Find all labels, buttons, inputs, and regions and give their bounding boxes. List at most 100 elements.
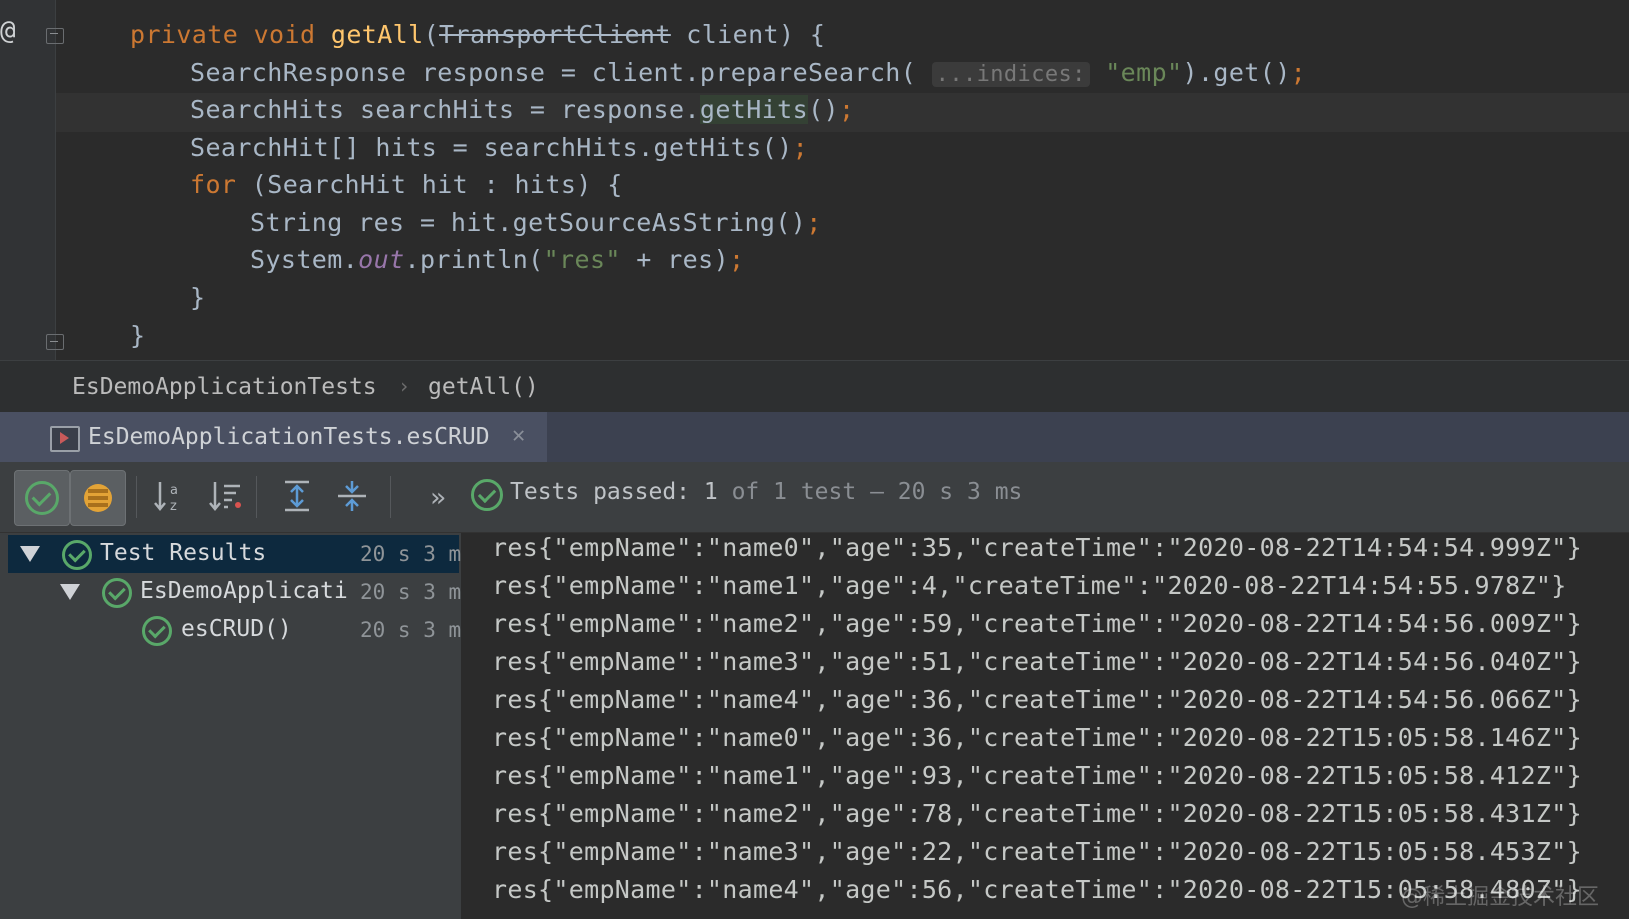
keyword: for [190, 170, 237, 199]
code-line-2: SearchResponse response = client.prepare… [190, 58, 1306, 87]
sort-by-duration-icon[interactable] [205, 478, 245, 518]
test-results-tree[interactable]: Test Results 20 s 3 ms EsDemoApplicati 2… [0, 533, 474, 919]
code-line-5: for (SearchHit hit : hits) { [190, 170, 623, 199]
code-text: ( [423, 20, 440, 49]
tree-item-time: 20 s 3 ms [360, 580, 474, 604]
check-circle-icon [142, 616, 172, 646]
breadcrumb-class[interactable]: EsDemoApplicationTests [72, 374, 377, 400]
code-text: SearchResponse response = client.prepare… [190, 58, 932, 87]
tree-item-test-method[interactable]: esCRUD() 20 s 3 ms [8, 611, 474, 649]
console-output[interactable]: res{"empName":"name0","age":35,"createTi… [462, 533, 1629, 919]
code-text: (SearchHit hit : hits) { [236, 170, 623, 199]
run-tab-bar: EsDemoApplicationTests.esCRUD ✕ [0, 412, 1629, 462]
gutter-divider [55, 0, 56, 360]
watermark: @稀土掘金技术社区 [1400, 885, 1599, 910]
tree-item-time: 20 s 3 ms [360, 542, 474, 566]
code-line-4: SearchHit[] hits = searchHits.getHits(); [190, 133, 808, 162]
status-dash: – [856, 479, 898, 505]
check-circle-icon [102, 578, 132, 608]
tree-item-label: esCRUD() [181, 616, 292, 642]
expand-all-icon[interactable] [277, 478, 317, 518]
breadcrumb: EsDemoApplicationTests › getAll() [0, 360, 1629, 413]
tests-passed-icon [471, 479, 503, 511]
test-runner-toolbar: az » Tests passed: 1 of 1 test – 20 s 3 … [0, 462, 1629, 533]
toolbar-separator [256, 476, 257, 518]
status-duration: 20 s 3 ms [897, 479, 1023, 505]
code-line-6: String res = hit.getSourceAsString(); [250, 208, 822, 237]
breadcrumb-separator-icon: › [398, 374, 411, 398]
sort-alphabetically-icon[interactable]: az [150, 478, 190, 518]
console-line: res{"empName":"name1","age":93,"createTi… [492, 761, 1582, 790]
toolbar-separator [136, 476, 137, 518]
tree-item-test-class[interactable]: EsDemoApplicati 20 s 3 ms [8, 573, 474, 611]
code-text: + res) [620, 245, 730, 274]
keyword: private void [130, 20, 331, 49]
code-text: System. [250, 245, 359, 274]
console-line: res{"empName":"name2","age":59,"createTi… [492, 609, 1582, 638]
svg-text:z: z [170, 499, 177, 514]
breadcrumb-method[interactable]: getAll() [428, 374, 539, 400]
code-text: .println( [404, 245, 544, 274]
tree-item-label: Test Results [100, 540, 267, 566]
fold-end-icon[interactable] [46, 334, 64, 350]
code-editor[interactable]: @ private void getAll(TransportClient cl… [0, 0, 1629, 360]
console-line: res{"empName":"name2","age":78,"createTi… [492, 799, 1582, 828]
console-line: res{"empName":"name1","age":4,"createTim… [492, 571, 1567, 600]
method-name: getAll [330, 20, 424, 49]
ignored-icon [84, 484, 112, 512]
semicolon: ; [729, 245, 745, 274]
string-literal: "res" [543, 245, 621, 274]
console-line: res{"empName":"name0","age":35,"createTi… [492, 533, 1582, 562]
semicolon: ; [838, 95, 855, 124]
console-line: res{"empName":"name0","age":36,"createTi… [492, 723, 1582, 752]
code-text: SearchHit[] hits = searchHits.getHits() [190, 133, 793, 162]
code-line-1: private void getAll(TransportClient clie… [130, 20, 825, 49]
show-passed-button[interactable] [14, 470, 70, 526]
semicolon: ; [806, 208, 822, 237]
status-prefix: Tests passed: [510, 479, 704, 505]
expand-arrow-icon[interactable] [20, 546, 40, 562]
semicolon: ; [792, 133, 809, 162]
highlighted-call: getHits [699, 95, 809, 124]
code-line-9: } [130, 321, 146, 350]
status-total: of 1 test [717, 479, 857, 505]
test-status: Tests passed: 1 of 1 test – 20 s 3 ms [510, 479, 1022, 505]
code-text: client) { [670, 20, 826, 49]
console-line: res{"empName":"name3","age":51,"createTi… [492, 647, 1582, 676]
tree-item-label: EsDemoApplicati [140, 578, 348, 604]
expand-arrow-icon[interactable] [60, 584, 80, 600]
code-text: String res = hit.getSourceAsString() [250, 208, 807, 237]
code-text: SearchHits searchHits = response. [190, 95, 700, 124]
override-marker-icon[interactable]: @ [0, 16, 16, 46]
check-circle-icon [25, 481, 59, 515]
code-line-7: System.out.println("res" + res); [250, 245, 744, 274]
collapse-all-icon[interactable] [332, 478, 372, 518]
code-text: () [808, 95, 839, 124]
tree-item-test-results[interactable]: Test Results 20 s 3 ms [8, 535, 474, 573]
deprecated-type: TransportClient [439, 20, 671, 49]
run-config-icon [50, 426, 80, 452]
static-field: out [358, 245, 405, 274]
code-text: ).get() [1182, 58, 1291, 87]
passed-count: 1 [703, 479, 718, 505]
tree-item-time: 20 s 3 ms [360, 618, 474, 642]
ide-window: @ private void getAll(TransportClient cl… [0, 0, 1629, 919]
editor-gutter [0, 0, 55, 360]
code-line-3: SearchHits searchHits = response.getHits… [190, 95, 854, 124]
show-ignored-button[interactable] [70, 470, 126, 526]
run-tab-label: EsDemoApplicationTests.esCRUD [88, 424, 490, 450]
string-literal: "emp" [1105, 58, 1183, 87]
run-tab[interactable]: EsDemoApplicationTests.esCRUD ✕ [0, 412, 547, 462]
console-line: res{"empName":"name4","age":36,"createTi… [492, 685, 1582, 714]
check-circle-icon [62, 540, 92, 570]
close-icon[interactable]: ✕ [512, 423, 525, 448]
fold-collapse-icon[interactable] [46, 28, 64, 44]
code-line-8: } [190, 283, 206, 312]
semicolon: ; [1290, 58, 1307, 87]
more-actions-icon[interactable]: » [418, 478, 458, 518]
console-line: res{"empName":"name3","age":22,"createTi… [492, 837, 1582, 866]
svg-text:a: a [170, 483, 178, 498]
toolbar-separator [390, 476, 391, 518]
parameter-hint: ...indices: [931, 62, 1090, 87]
